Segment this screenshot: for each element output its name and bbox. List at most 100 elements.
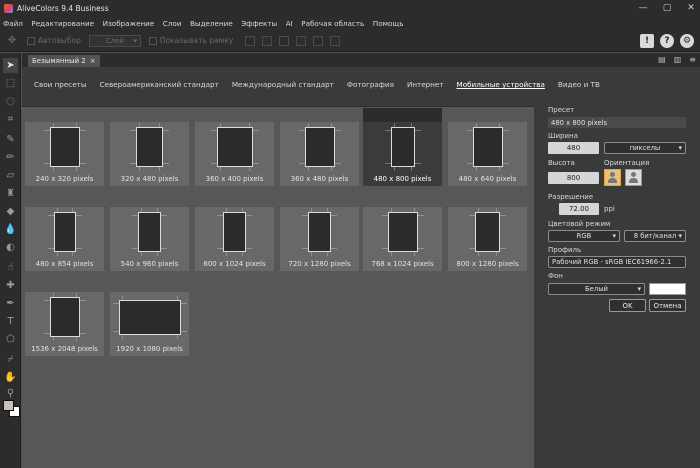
resolution-input[interactable]: 72.00 xyxy=(559,203,599,215)
show-frame-label: Показывать рамку xyxy=(159,36,234,45)
preset-tile[interactable]: 320 x 480 pixels xyxy=(110,122,189,186)
landscape-orientation-button[interactable] xyxy=(625,169,642,186)
align-left-icon[interactable] xyxy=(245,35,256,46)
width-label: Ширина xyxy=(548,132,578,140)
text-tool-icon[interactable]: T xyxy=(3,314,18,329)
menu-selection[interactable]: Выделение xyxy=(190,19,233,28)
fill-tool-icon[interactable]: ◆ xyxy=(3,204,18,219)
pencil-tool-icon[interactable]: ✏ xyxy=(3,150,18,165)
eraser-tool-icon[interactable]: ▱ xyxy=(3,168,18,183)
height-label: Высота xyxy=(548,159,575,167)
align-right-icon[interactable] xyxy=(279,35,290,46)
menu-image[interactable]: Изображение xyxy=(103,19,155,28)
menu-edit[interactable]: Редактирование xyxy=(31,19,94,28)
preset-tile[interactable]: 360 x 400 pixels xyxy=(195,122,274,186)
help-icon[interactable]: ? xyxy=(660,34,674,48)
shape-tool-icon[interactable]: ⬠ xyxy=(3,332,18,347)
preset-label: 480 x 800 pixels xyxy=(373,175,432,183)
page-preview xyxy=(308,212,331,252)
gear-icon[interactable]: ⚙ xyxy=(680,34,694,48)
preset-tile[interactable]: 240 x 320 pixels xyxy=(25,122,104,186)
background-color-preview[interactable] xyxy=(649,283,686,295)
units-select[interactable]: пикселы ▾ xyxy=(604,142,686,154)
tab-category-3[interactable]: Фотография xyxy=(347,80,394,89)
tab-category-5[interactable]: Мобильные устройства xyxy=(457,80,545,89)
align-middle-icon[interactable] xyxy=(313,35,324,46)
profile-select[interactable]: Рабочий RGB - sRGB IEC61966-2.1 xyxy=(548,256,686,268)
panel-menu-icon[interactable]: ≡ xyxy=(689,55,696,64)
menu-workspace[interactable]: Рабочая область xyxy=(301,19,364,28)
document-tab[interactable]: Безымянный 2 × xyxy=(28,55,100,67)
tab-category-4[interactable]: Интернет xyxy=(407,80,444,89)
eyedropper-tool-icon[interactable]: ⌿ xyxy=(3,352,18,367)
bit-depth-select[interactable]: 8 бит/канал ▾ xyxy=(624,230,686,242)
preset-label: 540 x 960 pixels xyxy=(120,260,179,268)
crop-tool-icon[interactable]: ⌗ xyxy=(3,112,18,127)
tab-category-0[interactable]: Свои пресеты xyxy=(34,80,87,89)
profile-label: Профиль xyxy=(548,246,582,254)
feedback-icon[interactable]: ! xyxy=(640,34,654,48)
align-top-icon[interactable] xyxy=(296,35,307,46)
heal-tool-icon[interactable]: ✚ xyxy=(3,278,18,293)
preset-label: 480 x 854 pixels xyxy=(35,260,94,268)
background-label: Фон xyxy=(548,272,563,280)
stamp-tool-icon[interactable]: ♜ xyxy=(3,186,18,201)
layout-icon[interactable]: ▥ xyxy=(674,55,682,64)
align-center-icon[interactable] xyxy=(262,35,273,46)
minimize-button[interactable]: — xyxy=(638,3,648,13)
brush-tool-icon[interactable]: ✎ xyxy=(3,132,18,147)
color-mode-select[interactable]: RGB ▾ xyxy=(548,230,620,242)
preset-label: 768 x 1024 pixels xyxy=(371,260,434,268)
background-select[interactable]: Белый ▾ xyxy=(548,283,645,295)
width-input[interactable]: 480 xyxy=(548,142,599,154)
smudge-tool-icon[interactable]: ☝ xyxy=(3,260,18,275)
tab-category-1[interactable]: Североамериканский стандарт xyxy=(100,80,219,89)
preset-tile[interactable]: 800 x 1280 pixels xyxy=(448,207,527,271)
preset-tile[interactable]: 480 x 640 pixels xyxy=(448,122,527,186)
pen-tool-icon[interactable]: ✒ xyxy=(3,296,18,311)
preset-tile[interactable]: 480 x 800 pixels xyxy=(363,108,442,186)
autoselect-checkbox[interactable] xyxy=(27,36,35,45)
portrait-orientation-button[interactable] xyxy=(604,169,621,186)
height-input[interactable]: 800 xyxy=(548,172,599,184)
tab-category-6[interactable]: Видео и ТВ xyxy=(558,80,600,89)
preset-tile[interactable]: 1536 x 2048 pixels xyxy=(25,292,104,356)
hand-tool-icon[interactable]: ✋ xyxy=(3,370,18,385)
lasso-tool-icon[interactable]: ◌ xyxy=(3,94,18,109)
landscape-icon xyxy=(629,172,638,183)
background-value: Белый xyxy=(585,285,608,293)
menu-file[interactable]: Файл xyxy=(3,19,23,28)
move-tool-icon[interactable]: ➤ xyxy=(3,58,18,73)
new-document-icon[interactable]: ▤ xyxy=(658,55,666,64)
close-tab-icon[interactable]: × xyxy=(90,57,96,65)
menu-help[interactable]: Помощь xyxy=(373,19,404,28)
close-window-button[interactable]: ✕ xyxy=(686,3,696,13)
preset-category-tabs: Свои пресеты Североамериканский стандарт М… xyxy=(22,67,700,102)
menu-effects[interactable]: Эффекты xyxy=(241,19,277,28)
menu-layers[interactable]: Слои xyxy=(163,19,182,28)
layer-select[interactable]: Слой xyxy=(88,34,141,47)
ok-button[interactable]: OK xyxy=(609,299,646,312)
show-frame-checkbox[interactable] xyxy=(148,36,157,45)
preset-tile[interactable]: 768 x 1024 pixels xyxy=(363,207,442,271)
preset-tile[interactable]: 360 x 480 pixels xyxy=(280,122,359,186)
document-tabs: Безымянный 2 × ▤ ▥ ≡ xyxy=(22,53,700,67)
cancel-button[interactable]: Отмена xyxy=(649,299,686,312)
preset-tile[interactable]: 1920 x 1080 pixels xyxy=(110,292,189,356)
preset-field[interactable]: 480 x 800 pixels xyxy=(548,117,686,128)
preset-tile[interactable]: 600 x 1024 pixels xyxy=(195,207,274,271)
marquee-tool-icon[interactable]: ⬚ xyxy=(3,76,18,91)
preset-tile[interactable]: 720 x 1280 pixels xyxy=(280,207,359,271)
tools-panel: ➤ ⬚ ◌ ⌗ ✎ ✏ ▱ ♜ ◆ 💧 ◐ ☝ ✚ ✒ T ⬠ ⌿ ✋ ⚲ xyxy=(0,53,21,468)
menu-ai[interactable]: AI xyxy=(286,19,293,28)
maximize-button[interactable]: ▢ xyxy=(662,3,672,13)
blur-tool-icon[interactable]: 💧 xyxy=(3,222,18,237)
dodge-tool-icon[interactable]: ◐ xyxy=(3,240,18,255)
autoselect-label: Автовыбор xyxy=(38,36,81,45)
preset-tile[interactable]: 540 x 960 pixels xyxy=(110,207,189,271)
preset-tile[interactable]: 480 x 854 pixels xyxy=(25,207,104,271)
zoom-tool-icon[interactable]: ⚲ xyxy=(3,386,18,401)
foreground-color-swatch[interactable] xyxy=(3,400,14,411)
tab-category-2[interactable]: Международный стандарт xyxy=(232,80,334,89)
align-bottom-icon[interactable] xyxy=(330,35,341,46)
